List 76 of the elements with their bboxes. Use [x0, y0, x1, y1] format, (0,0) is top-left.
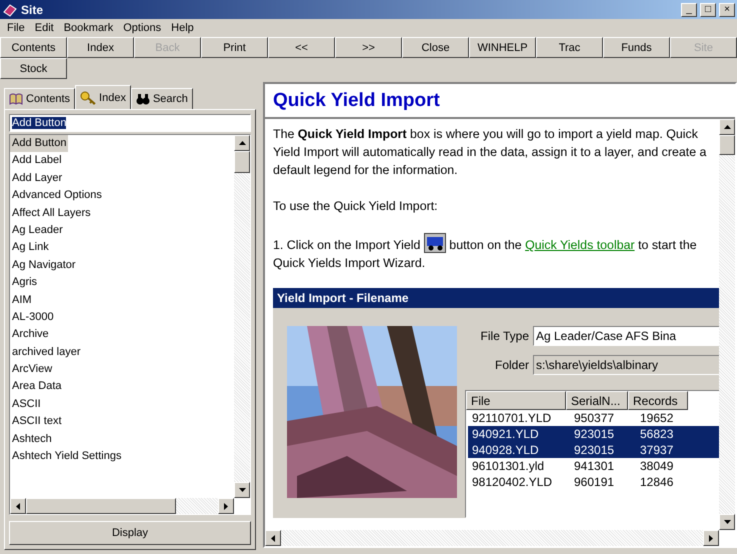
field-label: Folder: [494, 357, 529, 374]
menu-item[interactable]: Edit: [30, 22, 59, 34]
scrollbar-thumb[interactable]: [234, 151, 250, 173]
right-arrow-icon[interactable]: [709, 534, 713, 542]
scrollbar-thumb[interactable]: [719, 135, 735, 155]
up-arrow-icon[interactable]: [238, 141, 246, 145]
paragraph: The Quick Yield Import box is where you will go to import a yield map. Quick Yield Import will automatically read in the data, assign it to a layer, and create a default legend for the information.: [273, 126, 708, 179]
display-button[interactable]: Display: [9, 521, 251, 545]
column-header[interactable]: File: [466, 391, 566, 410]
window-control-button[interactable]: □: [700, 2, 716, 16]
toolbar-button[interactable]: Index: [67, 37, 134, 58]
down-arrow-icon[interactable]: [238, 488, 246, 492]
key-icon: [80, 90, 96, 104]
tab[interactable]: Search: [130, 88, 193, 109]
table-row[interactable]: 98120402.YLD 960191 12846: [468, 474, 719, 490]
table-row[interactable]: 940928.YLD 923015 37937: [468, 442, 719, 458]
index-search-field[interactable]: Add Button: [9, 114, 251, 132]
right-arrow-icon[interactable]: [224, 502, 228, 510]
toolbar-button[interactable]: Close: [402, 37, 469, 58]
toolbar-button[interactable]: Stock: [0, 58, 67, 79]
column-header[interactable]: Records: [628, 391, 688, 410]
up-arrow-icon[interactable]: [724, 125, 730, 129]
list-item[interactable]: Add Label: [10, 152, 64, 170]
book-icon: [9, 93, 23, 105]
toolbar-button[interactable]: Contents: [0, 37, 67, 58]
list-item[interactable]: AL-3000: [10, 308, 56, 326]
window-control-button[interactable]: _: [681, 2, 697, 16]
toolbar-button[interactable]: <<: [268, 37, 335, 58]
list-item[interactable]: Agris: [10, 274, 40, 292]
tab[interactable]: Index: [75, 85, 131, 109]
down-arrow-icon[interactable]: [724, 520, 730, 524]
dialog-title: Yield Import - Filename: [273, 288, 719, 308]
list-item[interactable]: Ashtech Yield Settings: [10, 448, 124, 466]
truck-icon: [424, 233, 446, 253]
menu-item[interactable]: Options: [118, 22, 166, 34]
list-item[interactable]: Ag Navigator: [10, 256, 78, 274]
table-row[interactable]: 96101301.yld 941301 38049: [468, 458, 719, 474]
menu-item[interactable]: Help: [166, 22, 199, 34]
toolbar-button[interactable]: WINHELP: [469, 37, 536, 58]
list-item[interactable]: Affect All Layers: [10, 204, 93, 222]
field-label: File Type: [480, 328, 529, 345]
list-item[interactable]: Area Data: [10, 378, 64, 396]
folder-field[interactable]: s:\share\yields\albinary: [533, 355, 719, 375]
column-header[interactable]: SerialN...: [566, 391, 628, 410]
list-item[interactable]: AIM: [10, 292, 34, 309]
list-item[interactable]: Add Button: [10, 135, 68, 152]
paragraph: To use the Quick Yield Import:: [273, 198, 439, 215]
list-item[interactable]: Add Layer: [10, 170, 64, 188]
list-item[interactable]: ASCII text: [10, 413, 64, 431]
list-item[interactable]: Archive: [10, 326, 51, 344]
menu-item[interactable]: File: [2, 22, 30, 34]
scrollbar-thumb[interactable]: [26, 498, 176, 514]
file-type-field[interactable]: Ag Leader/Case AFS Bina: [533, 326, 719, 346]
table-row[interactable]: 940921.YLD 923015 56823: [468, 426, 719, 442]
window-control-button[interactable]: ×: [719, 2, 735, 16]
left-arrow-icon[interactable]: [16, 502, 20, 510]
menu-item[interactable]: Bookmark: [58, 22, 118, 34]
toolbar-link[interactable]: Quick Yields toolbar: [525, 238, 635, 252]
toolbar-button[interactable]: Trac: [536, 37, 603, 58]
list-item[interactable]: ArcView: [10, 361, 54, 378]
list-item[interactable]: ASCII: [10, 396, 43, 414]
list-item[interactable]: Ag Leader: [10, 222, 65, 240]
topic-title: Quick Yield Import: [265, 84, 735, 119]
table-row[interactable]: 92110701.YLD 950377 19652: [468, 410, 719, 426]
list-item[interactable]: Advanced Options: [10, 187, 104, 205]
toolbar-button[interactable]: Funds: [603, 37, 670, 58]
list-item[interactable]: Ag Link: [10, 239, 51, 257]
binoculars-icon: [136, 93, 150, 105]
left-arrow-icon[interactable]: [271, 534, 275, 542]
tab[interactable]: Contents: [4, 88, 76, 109]
window-title: Site: [21, 2, 44, 16]
toolbar-button[interactable]: Print: [201, 37, 268, 58]
list-item[interactable]: archived layer: [10, 344, 82, 362]
toolbar-button[interactable]: >>: [335, 37, 402, 58]
list-item[interactable]: Ashtech: [10, 430, 54, 448]
step-paragraph: 1. Click on the Import Yield button on the Quick Yields toolbar to start the Quick Yields Import Wizard.: [273, 233, 719, 272]
